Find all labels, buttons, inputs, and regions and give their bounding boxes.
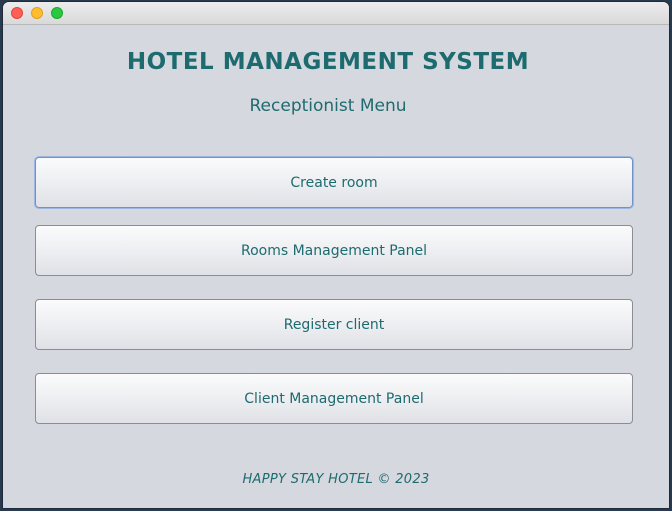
minimize-icon[interactable] — [31, 7, 43, 19]
close-icon[interactable] — [11, 7, 23, 19]
rooms-management-panel-button[interactable]: Rooms Management Panel — [35, 225, 633, 276]
create-room-button[interactable]: Create room — [35, 157, 633, 208]
footer-copyright: HAPPY STAY HOTEL © 2023 — [242, 472, 430, 487]
zoom-icon[interactable] — [51, 7, 63, 19]
page-title: HOTEL MANAGEMENT SYSTEM — [126, 49, 530, 75]
app-window: HOTEL MANAGEMENT SYSTEM Receptionist Men… — [3, 2, 669, 508]
receptionist-menu-panel: HOTEL MANAGEMENT SYSTEM Receptionist Men… — [3, 25, 669, 508]
register-client-button[interactable]: Register client — [35, 299, 633, 350]
page-subtitle: Receptionist Menu — [249, 96, 407, 116]
title-bar[interactable] — [3, 2, 669, 25]
client-management-panel-button[interactable]: Client Management Panel — [35, 373, 633, 424]
